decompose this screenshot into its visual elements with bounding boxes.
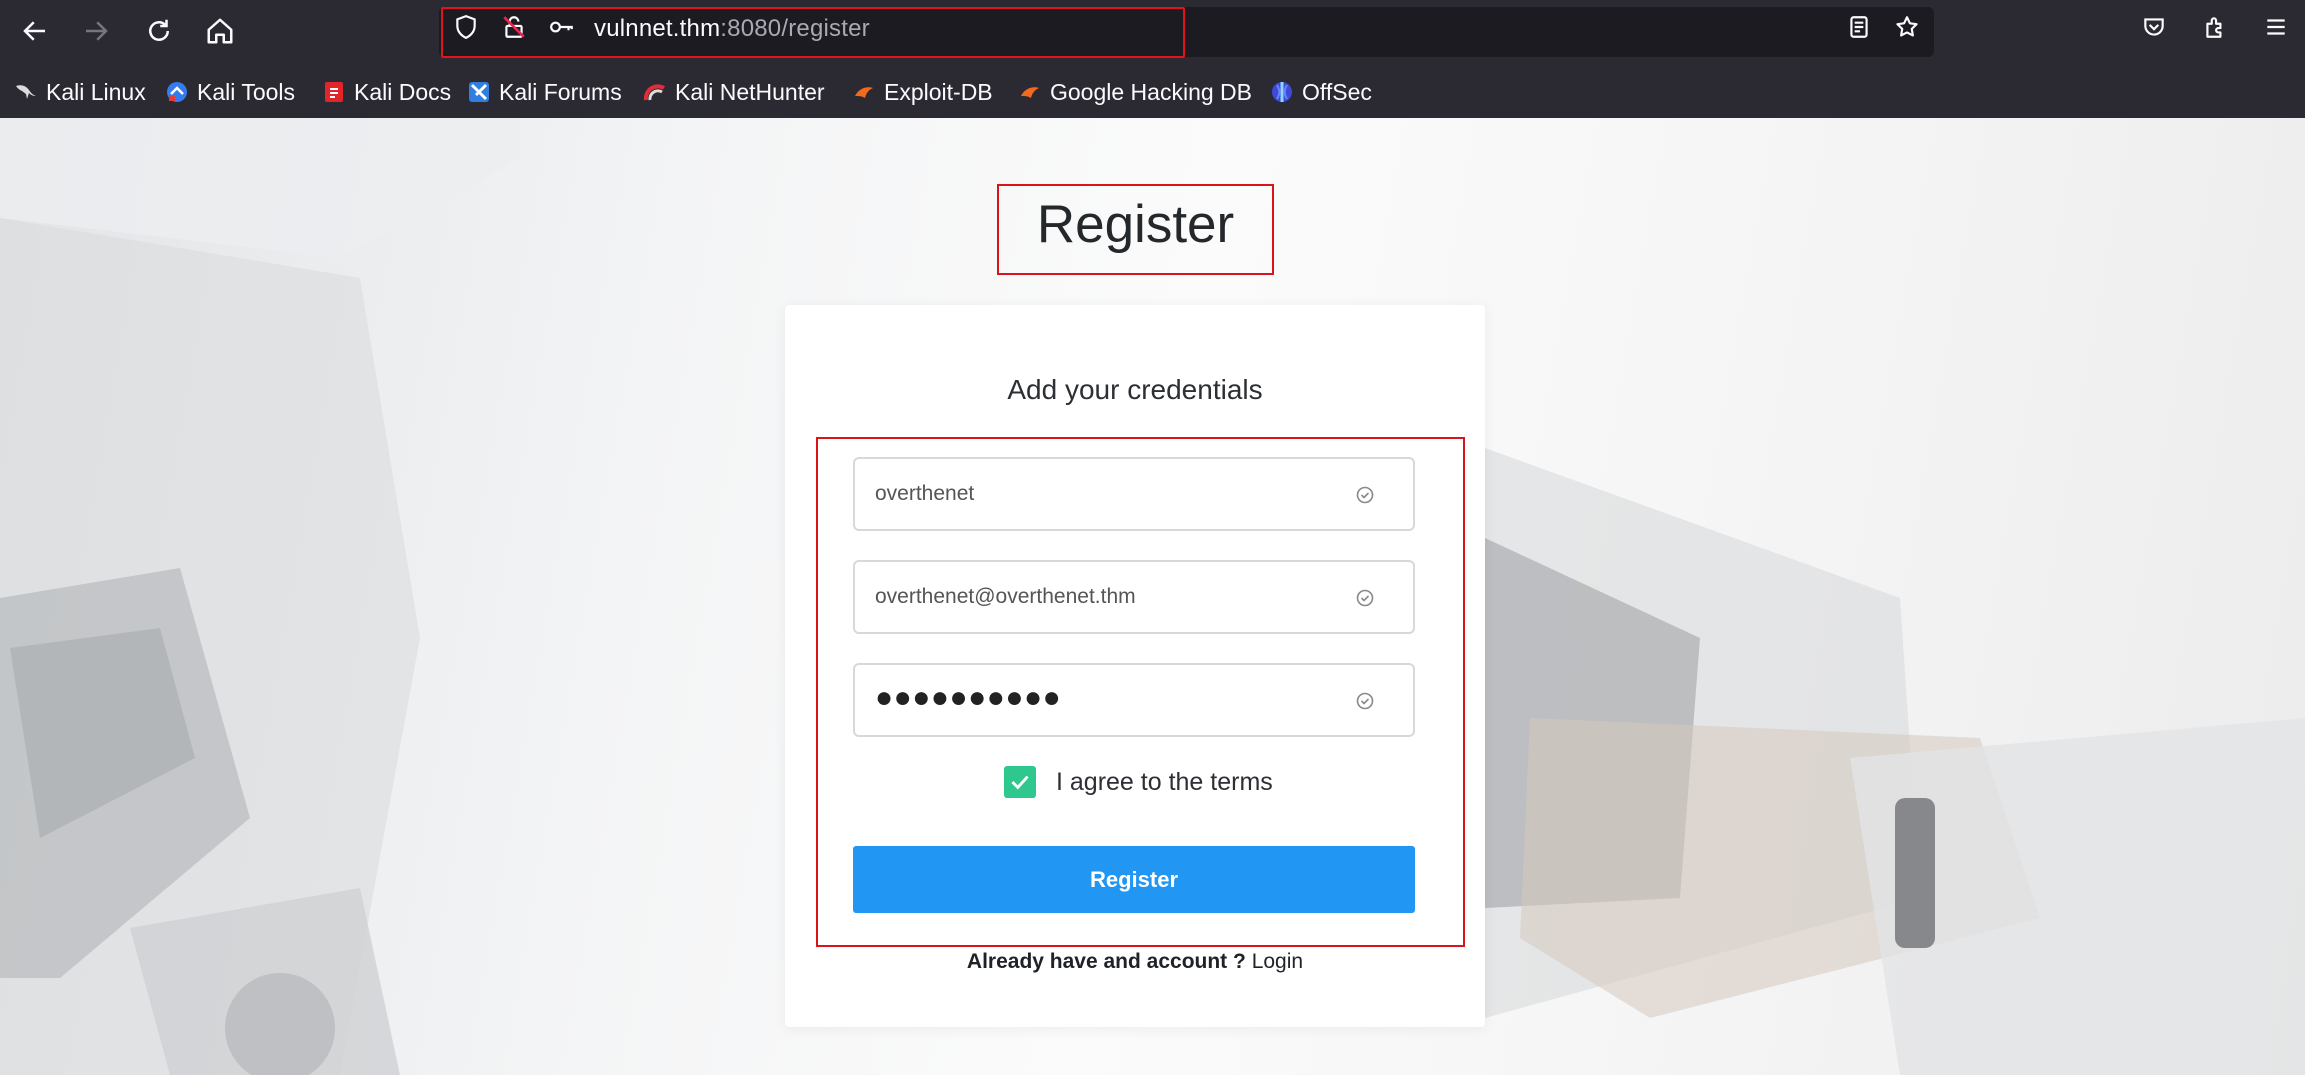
bookmark-kali-docs[interactable]: Kali Docs — [322, 77, 451, 107]
offsec-icon — [1270, 80, 1294, 104]
login-prompt: Already have and account ? Login — [785, 950, 1485, 974]
kali-nethunter-icon — [643, 80, 667, 104]
bookmark-star-icon[interactable] — [1893, 13, 1921, 41]
form-annotation-box — [816, 437, 1465, 947]
login-link[interactable]: Login — [1252, 950, 1303, 973]
home-button[interactable] — [199, 10, 241, 52]
reload-button[interactable] — [138, 10, 180, 52]
google-hacking-db-icon — [1018, 80, 1042, 104]
back-button[interactable] — [14, 10, 56, 52]
reload-icon — [149, 19, 169, 41]
bookmark-kali-tools[interactable]: Kali Tools — [165, 77, 295, 107]
heading-annotation-box — [997, 184, 1274, 275]
already-account-text: Already have and account ? — [966, 950, 1246, 973]
bookmark-offsec[interactable]: OffSec — [1270, 77, 1372, 107]
kali-dragon-icon — [14, 80, 38, 104]
form-subtitle: Add your credentials — [1007, 374, 1263, 405]
bookmark-label: Kali Docs — [354, 78, 452, 105]
bookmark-label: Kali Forums — [499, 78, 622, 105]
kali-tools-icon — [165, 80, 189, 104]
menu-icon[interactable] — [2262, 13, 2290, 41]
bookmark-label: Kali NetHunter — [675, 78, 825, 105]
extensions-icon[interactable] — [2201, 13, 2229, 41]
pocket-icon[interactable] — [2140, 13, 2168, 41]
forward-button[interactable] — [75, 10, 117, 52]
reader-view-icon[interactable] — [1845, 13, 1873, 41]
exploit-db-icon — [852, 80, 876, 104]
bookmark-label: Kali Linux — [46, 78, 146, 105]
bookmark-kali-linux[interactable]: Kali Linux — [14, 77, 146, 107]
bookmark-kali-nethunter[interactable]: Kali NetHunter — [643, 77, 825, 107]
bookmark-label: Exploit-DB — [884, 78, 993, 105]
bookmark-label: Kali Tools — [197, 78, 296, 105]
arrow-left-icon — [23, 21, 45, 41]
bookmark-google-hacking-db[interactable]: Google Hacking DB — [1018, 77, 1252, 107]
arrow-right-icon — [86, 21, 108, 41]
home-icon — [207, 18, 233, 44]
bookmark-label: OffSec — [1302, 78, 1372, 105]
bookmark-exploit-db[interactable]: Exploit-DB — [852, 77, 993, 107]
url-annotation-box — [441, 7, 1185, 58]
bookmark-label: Google Hacking DB — [1050, 78, 1252, 105]
kali-docs-icon — [322, 80, 346, 104]
bookmark-kali-forums[interactable]: Kali Forums — [467, 77, 622, 107]
kali-forums-icon — [467, 80, 491, 104]
browser-toolbar: vulnnet.thm:8080/register — [0, 0, 2305, 64]
